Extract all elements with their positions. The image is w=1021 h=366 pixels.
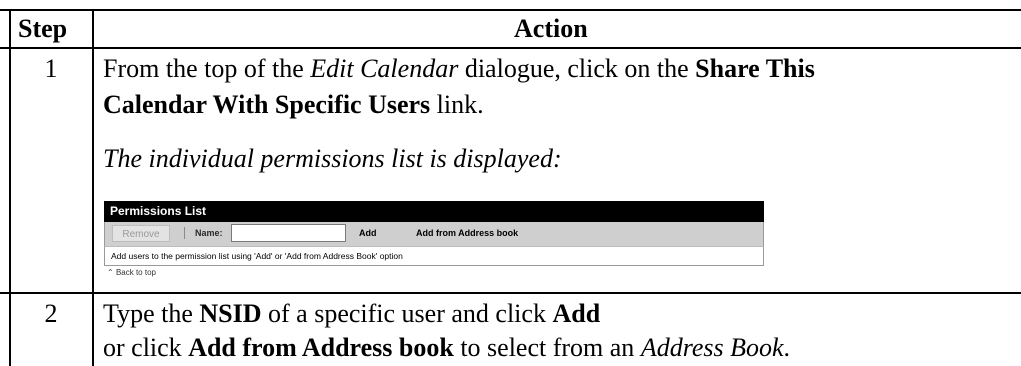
result-text: The individual permissions list is displ…	[103, 144, 562, 173]
link-name-part: Share This	[695, 54, 815, 83]
table-rule-row-divider	[0, 292, 1021, 294]
step-2-line-1: Type the NSID of a specific user and cli…	[103, 297, 600, 331]
column-header-action: Action	[514, 14, 588, 43]
nsid-term: NSID	[199, 299, 262, 328]
chevron-up-icon: ⌃	[107, 268, 114, 277]
dialogue-name: Edit Calendar	[310, 54, 459, 83]
table-rule-column	[92, 9, 94, 366]
text: dialogue, click on the	[458, 54, 696, 83]
step-1-line-2: Calendar With Specific Users link.	[103, 88, 484, 122]
add-from-address-book-term: Add from Address book	[188, 333, 454, 362]
name-label: Name:	[195, 228, 223, 238]
text: Type the	[103, 299, 200, 328]
step-1-result: The individual permissions list is displ…	[103, 142, 562, 176]
permissions-toolbar: Remove Name: Add Add from Address book	[104, 222, 764, 246]
add-from-address-book-link[interactable]: Add from Address book	[416, 228, 518, 238]
text: .	[783, 333, 791, 362]
add-button[interactable]: Add	[359, 228, 377, 238]
step-2-line-2: or click Add from Address book to select…	[103, 331, 790, 365]
procedure-document: Step Action 1 From the top of the Edit C…	[0, 0, 1021, 366]
text: to select from an	[453, 333, 641, 362]
step-number-1: 1	[44, 54, 58, 83]
text: or click	[103, 333, 189, 362]
step-1-line-1: From the top of the Edit Calendar dialog…	[103, 52, 815, 86]
column-header-step: Step	[18, 14, 68, 43]
permissions-list-screenshot: Permissions List Remove Name: Add Add fr…	[104, 201, 764, 277]
table-rule-top	[0, 9, 1021, 11]
table-rule-header	[0, 47, 1021, 49]
step-number-2: 2	[44, 299, 58, 328]
name-input[interactable]	[231, 224, 346, 242]
toolbar-separator	[184, 227, 185, 239]
back-to-top-link[interactable]: ⌃ Back to top	[104, 268, 764, 277]
back-to-top-label: Back to top	[115, 268, 156, 277]
link-name-part: Calendar With Specific Users	[103, 90, 431, 119]
add-term: Add	[552, 299, 601, 328]
remove-button[interactable]: Remove	[112, 225, 170, 242]
address-book-term: Address Book	[640, 333, 784, 362]
permissions-list-title: Permissions List	[104, 201, 764, 222]
text: From the top of the	[103, 54, 311, 83]
text: link.	[430, 90, 484, 119]
permissions-help-text: Add users to the permission list using '…	[104, 246, 764, 266]
text: of a specific user and click	[261, 299, 553, 328]
